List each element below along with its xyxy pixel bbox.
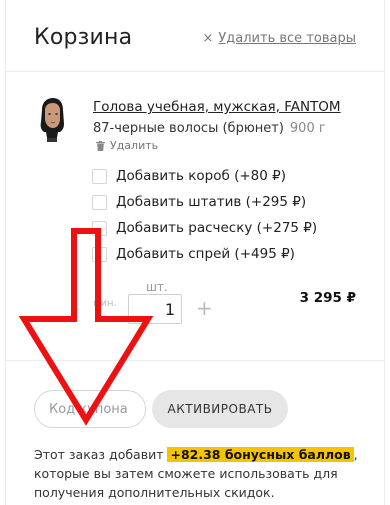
addon-label: Добавить короб (+80 ₽)	[116, 168, 287, 184]
remove-item-button[interactable]: Удалить	[96, 139, 158, 152]
addon-label: Добавить расческу (+275 ₽)	[116, 220, 318, 236]
product-weight: 900 г	[289, 121, 326, 136]
product-name-link[interactable]: Голова учебная, мужская, FANTOM	[93, 99, 341, 115]
addon-list: Добавить короб (+80 ₽) Добавить штатив (…	[92, 163, 317, 267]
addon-option[interactable]: Добавить штатив (+295 ₽)	[92, 189, 317, 215]
addon-checkbox[interactable]	[92, 194, 107, 210]
trash-icon	[96, 140, 105, 151]
addon-label: Добавить спрей (+495 ₽)	[116, 246, 295, 262]
product-variant: 87-черные волосы (брюнет) 900 г	[93, 121, 326, 136]
section-divider	[5, 360, 385, 361]
addon-option[interactable]: Добавить расческу (+275 ₽)	[92, 215, 317, 241]
addon-checkbox[interactable]	[92, 220, 107, 236]
addon-option[interactable]: Добавить короб (+80 ₽)	[92, 163, 317, 189]
quantity-unit-label: шт.	[146, 280, 168, 294]
variant-text: 87-черные волосы (брюнет)	[93, 121, 284, 136]
addon-checkbox[interactable]	[92, 168, 107, 184]
page-title: Корзина	[34, 25, 133, 50]
item-price: 3 295 ₽	[299, 290, 356, 306]
quantity-plus-button[interactable]: +	[196, 298, 213, 318]
cart-header: Корзина × Удалить все товары	[5, 0, 385, 72]
addon-checkbox[interactable]	[92, 246, 107, 262]
mannequin-head-icon[interactable]	[38, 98, 66, 142]
clear-all-label: Удалить все товары	[218, 31, 356, 46]
addon-label: Добавить штатив (+295 ₽)	[116, 194, 307, 210]
coupon-input[interactable]	[34, 390, 146, 428]
close-icon: ×	[202, 31, 214, 46]
activate-coupon-button[interactable]: АКТИВИРОВАТЬ	[152, 390, 288, 428]
bonus-points-badge: +82.38 бонусных баллов	[167, 447, 354, 462]
addon-option[interactable]: Добавить спрей (+495 ₽)	[92, 241, 317, 267]
bonus-text-before: Этот заказ добавит	[34, 447, 168, 462]
bonus-info: Этот заказ добавит +82.38 бонусных балло…	[34, 445, 364, 502]
remove-label: Удалить	[110, 139, 159, 152]
clear-all-button[interactable]: × Удалить все товары	[202, 31, 356, 46]
quantity-input[interactable]	[128, 294, 182, 324]
quantity-min-label: мин.	[93, 298, 117, 309]
